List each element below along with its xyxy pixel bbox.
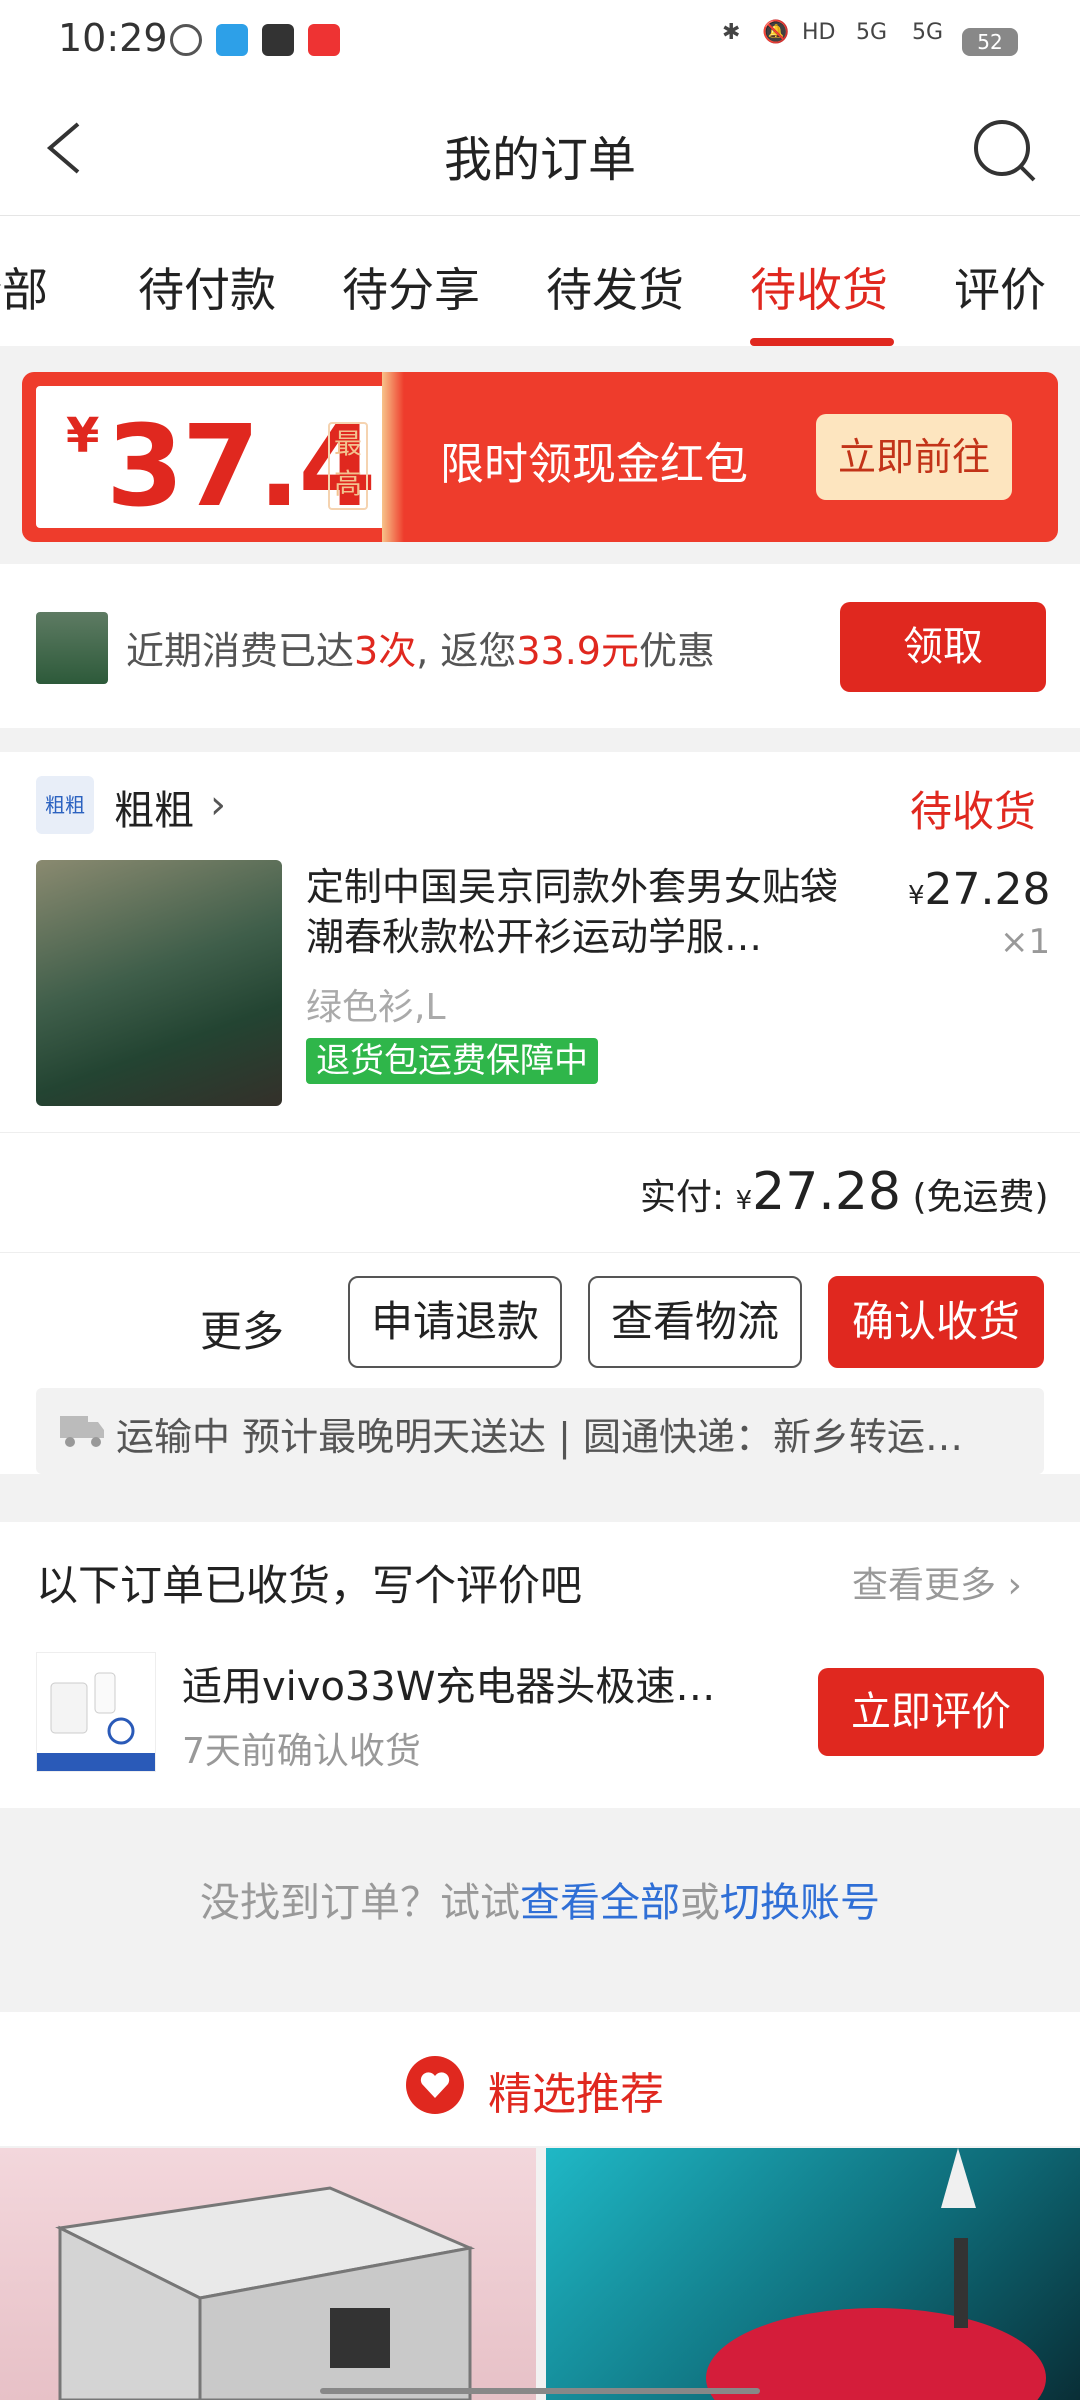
recommend-title: 精选推荐 [488, 2069, 664, 2120]
robot-toy-image [706, 2148, 1046, 2400]
tab-pending-receipt[interactable]: 待收货 [750, 254, 888, 320]
switch-account-link[interactable]: 切换账号 [720, 1880, 880, 1926]
shop-name[interactable]: 粗粗 [114, 778, 194, 836]
promo-message: 近期消费已达3次, 返您33.9元优惠 [126, 629, 716, 673]
coupon-edge-decoration [382, 372, 404, 542]
recommend-product-tile-1[interactable] [0, 2148, 536, 2400]
request-refund-button[interactable]: 申请退款 [348, 1276, 562, 1368]
product-thumbnail[interactable] [36, 860, 282, 1106]
active-tab-indicator [750, 338, 894, 346]
search-icon[interactable] [970, 116, 1040, 186]
tab-review[interactable]: 评价 [954, 254, 1046, 320]
recommend-header: 精选推荐 [0, 2012, 1080, 2146]
coupon-go-button[interactable]: 立即前往 [816, 414, 1012, 500]
signal-icon-1: 5G [856, 20, 888, 45]
mute-icon: 🔕 [762, 20, 790, 45]
charger-image [37, 1672, 155, 1771]
coupon-text: 限时领现金红包 [440, 439, 748, 490]
truck-icon [60, 1416, 104, 1447]
confirm-receipt-button[interactable]: 确认收货 [828, 1276, 1044, 1368]
view-logistics-button[interactable]: 查看物流 [588, 1276, 802, 1368]
view-all-link[interactable]: 查看全部 [520, 1880, 680, 1926]
not-found-hint: 没找到订单？试试查看全部或切换账号 [200, 1880, 880, 1926]
app-k-icon [170, 24, 202, 56]
chevron-right-icon[interactable]: › [210, 782, 226, 828]
divider [0, 1132, 1080, 1133]
order-status: 待收货 [910, 787, 1037, 836]
charger-thumbnail[interactable] [36, 1652, 156, 1772]
coupon-max-badge: 最高 [328, 422, 368, 510]
battery-icon: 52 [962, 28, 1018, 56]
bluetooth-icon: ✱ [722, 20, 741, 45]
cashback-promo: 近期消费已达3次, 返您33.9元优惠 领取 [0, 564, 1080, 728]
heart-icon [406, 2056, 464, 2114]
more-button[interactable]: 更多 [200, 1298, 284, 1359]
coupon-banner[interactable]: ¥ 37.4 最高 限时领现金红包 立即前往 [22, 372, 1058, 542]
pending-review-section: 以下订单已收货，写个评价吧 查看更多 › 适用vivo33W充电器头极速… 7天… [0, 1522, 1080, 1808]
shipping-text: 运输中 预计最晚明天送达 | 圆通快递：新乡转运… [116, 1415, 964, 1459]
page-title: 我的订单 [443, 132, 636, 188]
status-time: 10:29 [58, 16, 168, 60]
shop-logo: 粗粗 [36, 776, 94, 834]
review-now-button[interactable]: 立即评价 [818, 1668, 1044, 1756]
order-tabs: 全部 待付款 待分享 待发货 待收货 评价 [0, 216, 1080, 346]
paid-amount: 实付: ¥27.28 (免运费) [640, 1162, 1049, 1222]
tab-pending-share[interactable]: 待分享 [342, 254, 480, 320]
return-shipping-tag: 退货包运费保障中 [306, 1038, 598, 1084]
app-netease-icon [308, 24, 340, 56]
coupon-currency: ¥ [66, 408, 100, 464]
status-bar: 10:29 ✱ 🔕 HD 5G 5G 52 [0, 0, 1080, 80]
product-price: ¥27.28 [908, 864, 1051, 915]
divider [0, 1252, 1080, 1253]
recommend-product-tile-2[interactable] [546, 2148, 1080, 2400]
coupon-amount-box: ¥ 37.4 最高 [30, 380, 398, 534]
tab-pending-shipment[interactable]: 待发货 [546, 254, 684, 320]
promo-avatar [36, 612, 108, 684]
app-photo-icon [262, 24, 294, 56]
storage-box-image [55, 2186, 476, 2400]
app-plane-icon [216, 24, 248, 56]
product-spec: 绿色衫,L [306, 987, 446, 1028]
home-indicator[interactable] [320, 2388, 760, 2394]
tab-pending-payment[interactable]: 待付款 [138, 254, 276, 320]
view-more-link[interactable]: 查看更多 › [852, 1556, 1022, 1608]
product-quantity: ×1 [1000, 922, 1051, 962]
header: 我的订单 [0, 80, 1080, 216]
shipping-status-bar[interactable]: 运输中 预计最晚明天送达 | 圆通快递：新乡转运… [36, 1388, 1044, 1474]
product-title[interactable]: 定制中国吴京同款外套男女贴袋潮春秋款松开衫运动学服… [306, 862, 866, 962]
hd-icon: HD [802, 20, 836, 45]
review-product-name[interactable]: 适用vivo33W充电器头极速… [182, 1654, 715, 1712]
tab-all[interactable]: 全部 [0, 254, 48, 320]
review-product-time: 7天前确认收货 [182, 1731, 421, 1772]
review-heading: 以下订单已收货，写个评价吧 [36, 1561, 583, 1610]
signal-icon-2: 5G [912, 20, 944, 45]
order-card: 粗粗 粗粗 › 待收货 定制中国吴京同款外套男女贴袋潮春秋款松开衫运动学服… ¥… [0, 752, 1080, 1474]
claim-button[interactable]: 领取 [840, 602, 1046, 692]
